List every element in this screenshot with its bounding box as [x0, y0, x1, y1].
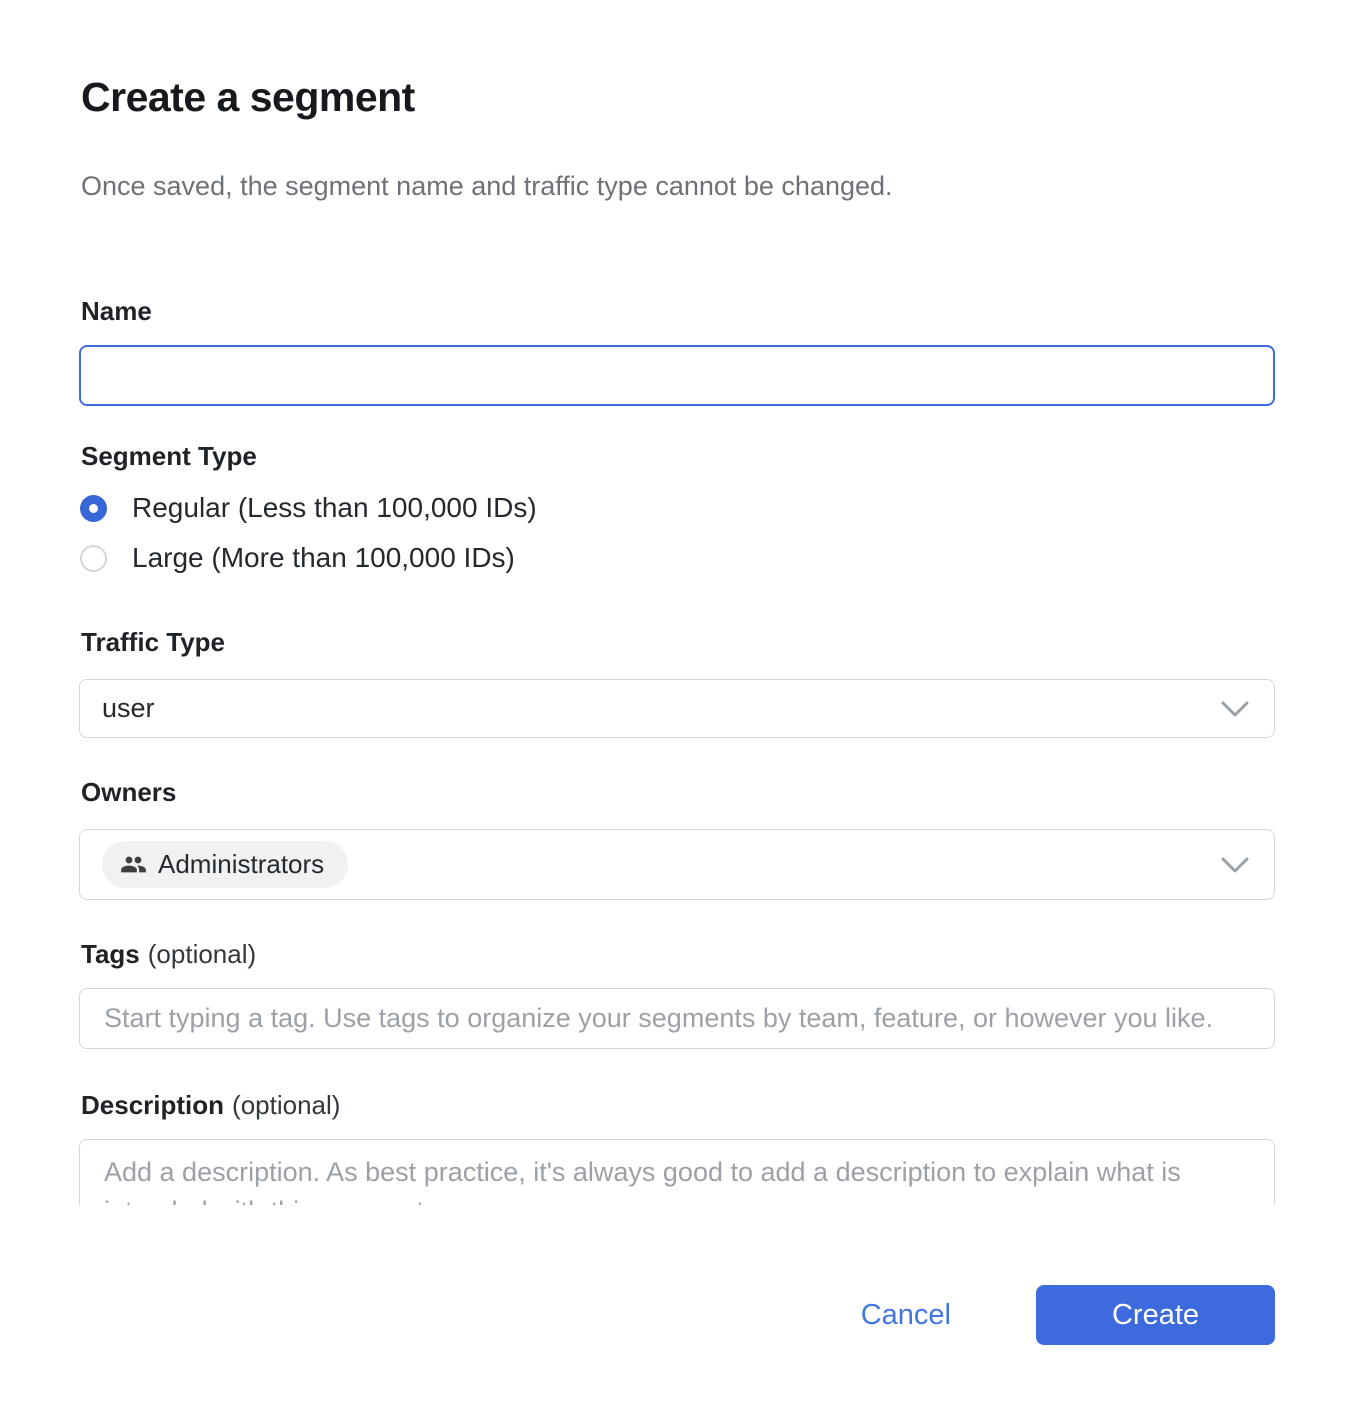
dialog-subtitle: Once saved, the segment name and traffic… — [81, 171, 1275, 202]
description-optional-label: (optional) — [232, 1090, 340, 1120]
tags-input[interactable] — [79, 988, 1275, 1049]
traffic-type-select[interactable]: user — [79, 679, 1275, 738]
create-button[interactable]: Create — [1036, 1285, 1275, 1345]
tags-label: Tags(optional) — [81, 939, 1275, 970]
owners-select[interactable]: Administrators — [79, 829, 1275, 900]
name-field-group: Name — [79, 296, 1275, 406]
radio-option-label: Large (More than 100,000 IDs) — [132, 542, 515, 574]
segment-type-group: Segment Type Regular (Less than 100,000 … — [79, 441, 1275, 574]
chevron-down-icon — [1220, 700, 1250, 718]
name-input[interactable] — [79, 345, 1275, 406]
owner-chip-administrators[interactable]: Administrators — [102, 841, 348, 888]
radio-option-label: Regular (Less than 100,000 IDs) — [132, 492, 537, 524]
owners-label: Owners — [81, 777, 1275, 808]
name-label: Name — [81, 296, 1275, 327]
owners-group: Owners Administrators — [79, 777, 1275, 900]
create-segment-dialog: Create a segment Once saved, the segment… — [0, 0, 1354, 1345]
traffic-type-group: Traffic Type user — [79, 627, 1275, 738]
people-icon — [120, 851, 147, 878]
segment-type-option-regular[interactable]: Regular (Less than 100,000 IDs) — [80, 492, 1275, 524]
cancel-button[interactable]: Cancel — [861, 1299, 951, 1332]
segment-type-option-large[interactable]: Large (More than 100,000 IDs) — [80, 542, 1275, 574]
tags-optional-label: (optional) — [148, 939, 256, 969]
chevron-down-icon — [1220, 856, 1250, 874]
tags-group: Tags(optional) — [79, 939, 1275, 1049]
traffic-type-label: Traffic Type — [81, 627, 1275, 658]
page-title: Create a segment — [81, 74, 1275, 121]
description-textarea-clip — [79, 1139, 1275, 1205]
owner-chip-label: Administrators — [158, 849, 324, 880]
description-textarea[interactable] — [79, 1139, 1275, 1205]
radio-button-icon[interactable] — [80, 545, 107, 572]
traffic-type-value: user — [102, 693, 1220, 724]
description-label: Description(optional) — [81, 1090, 1275, 1121]
dialog-footer: Cancel Create — [79, 1285, 1275, 1345]
segment-type-label: Segment Type — [81, 441, 1275, 472]
description-group: Description(optional) — [79, 1090, 1275, 1205]
radio-button-icon[interactable] — [80, 495, 107, 522]
